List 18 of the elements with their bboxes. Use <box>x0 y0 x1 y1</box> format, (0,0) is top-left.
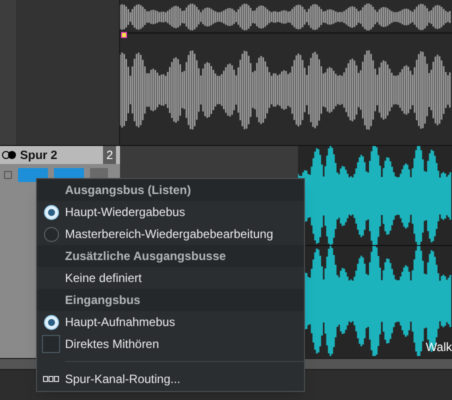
toggle-icon[interactable] <box>2 151 16 159</box>
menu-header: Zusätzliche Ausgangsbusse <box>37 245 304 267</box>
radio-button[interactable] <box>44 204 58 220</box>
chain-icon <box>43 376 59 382</box>
menu-item[interactable]: Spur-Kanal-Routing... <box>37 367 304 391</box>
menu-item[interactable]: Keine definiert <box>37 267 304 289</box>
radio-button[interactable] <box>44 226 58 242</box>
marker-icon <box>121 32 127 38</box>
radio-button[interactable] <box>44 314 58 330</box>
menu-header: Eingangsbus <box>37 289 304 311</box>
menu-header: Ausgangsbus (Listen) <box>37 179 304 201</box>
menu-item[interactable]: Haupt-Aufnahmebus <box>37 311 304 333</box>
menu-item[interactable]: Haupt-Wiedergabebus <box>37 201 304 223</box>
track-number: 2 <box>103 146 116 164</box>
menu-item[interactable]: Direktes Mithören <box>37 333 304 355</box>
track-name: Spur 2 <box>20 147 58 164</box>
checkbox[interactable] <box>42 335 60 353</box>
menu-item[interactable]: Masterbereich-Wiedergabebearbeitung <box>37 223 304 245</box>
